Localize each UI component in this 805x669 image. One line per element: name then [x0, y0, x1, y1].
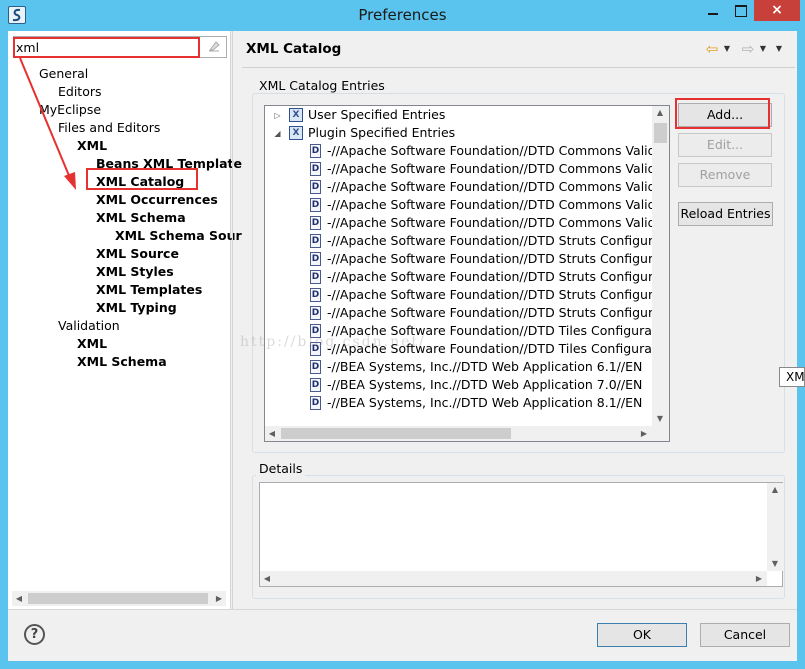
watermark-text: http://blog.csdn.net/: [240, 334, 426, 350]
hover-tooltip: XM: [779, 367, 805, 387]
